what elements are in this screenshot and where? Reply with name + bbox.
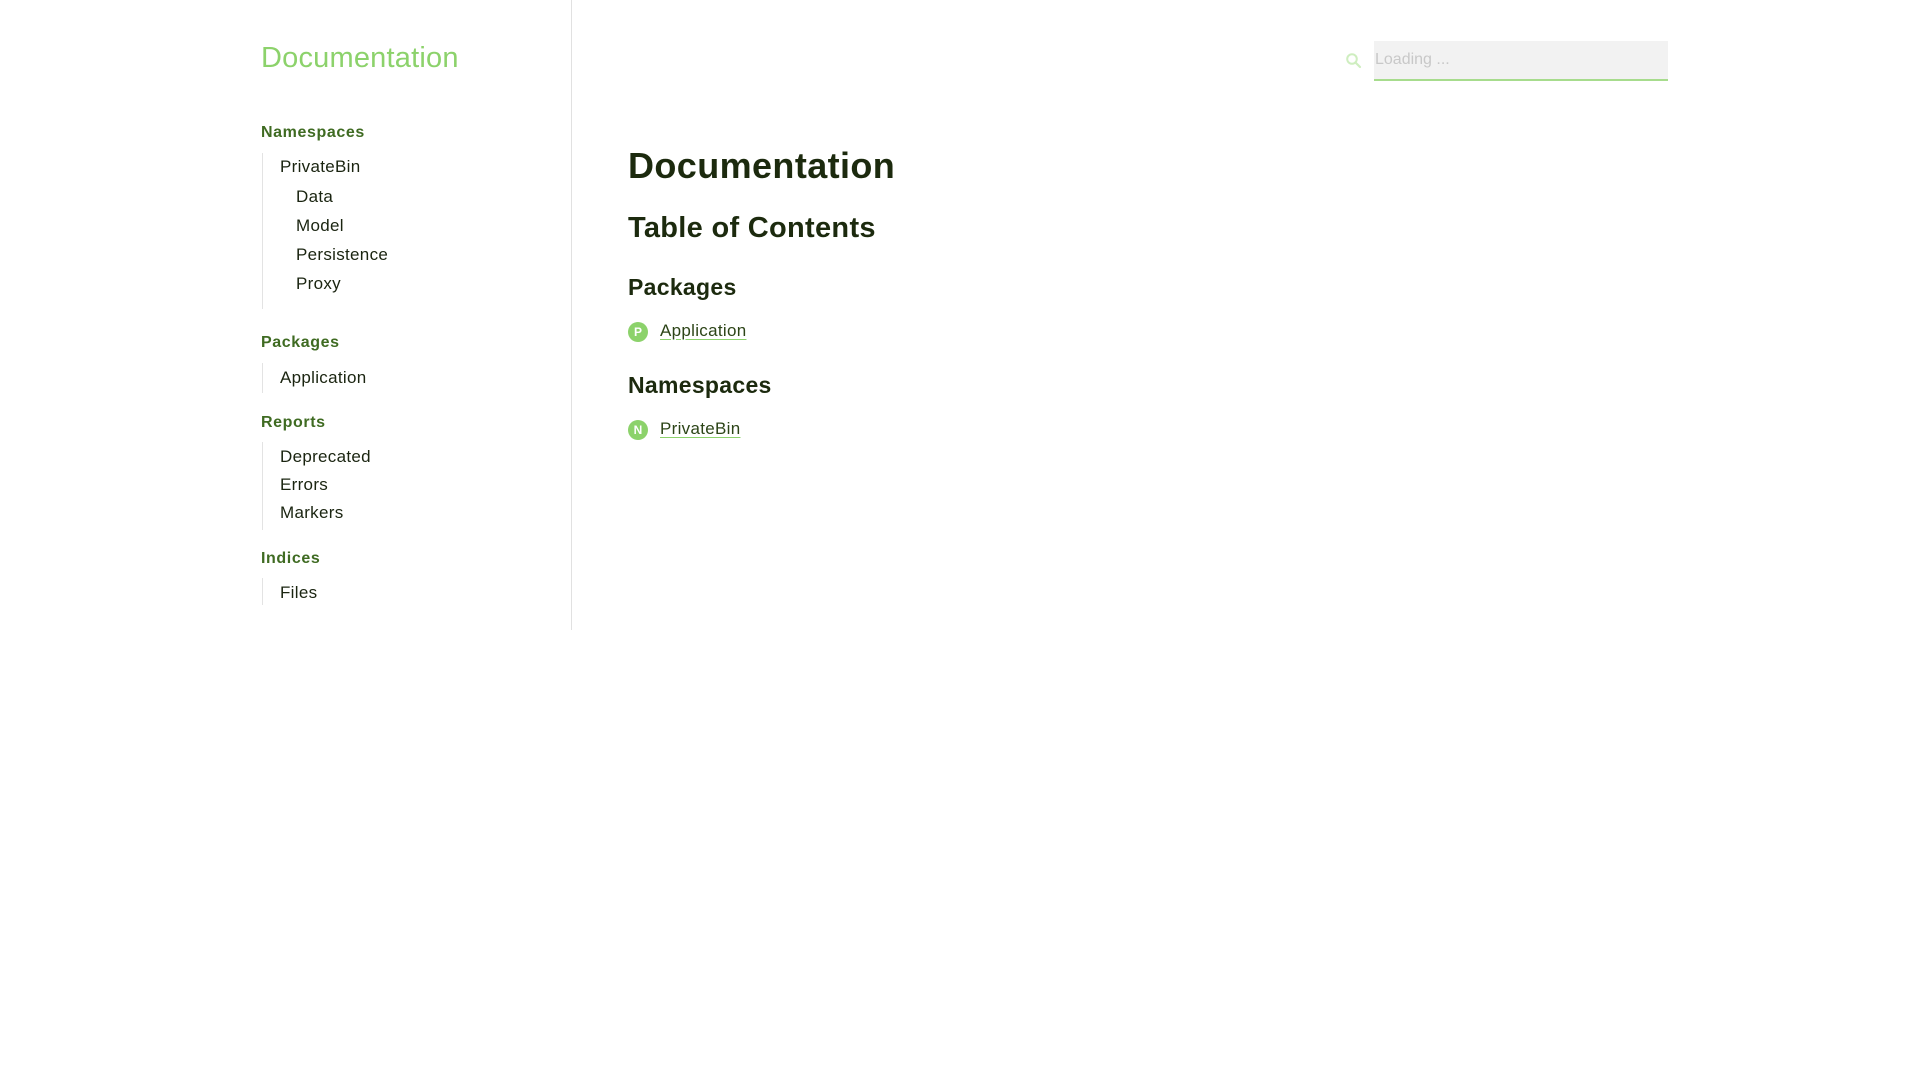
search-input[interactable] — [1374, 41, 1668, 81]
sidebar-indices-group: Files — [262, 578, 317, 605]
toc-link-privatebin[interactable]: PrivateBin — [660, 419, 740, 439]
search-icon — [1345, 52, 1363, 70]
sidebar-item-proxy[interactable]: Proxy — [296, 274, 341, 294]
sidebar-item-application[interactable]: Application — [280, 368, 366, 388]
package-badge-icon: P — [628, 322, 648, 342]
namespace-badge-icon: N — [628, 420, 648, 440]
sidebar-item-errors[interactable]: Errors — [280, 475, 328, 495]
sidebar-item-data[interactable]: Data — [296, 187, 333, 207]
sidebar-section-packages-title: Packages — [261, 334, 340, 351]
sidebar-reports-group: Deprecated Errors Markers — [262, 442, 371, 530]
sidebar-section-reports-title: Reports — [261, 414, 326, 431]
sidebar-item-files[interactable]: Files — [280, 583, 317, 603]
brand-link[interactable]: Documentation — [261, 42, 459, 75]
sidebar-section-namespaces-title: Namespaces — [261, 124, 365, 141]
sidebar-item-deprecated[interactable]: Deprecated — [280, 447, 371, 467]
sidebar: Documentation Namespaces PrivateBin Data… — [0, 0, 572, 630]
sidebar-item-model[interactable]: Model — [296, 216, 344, 236]
toc-title: Table of Contents — [628, 212, 876, 244]
toc-namespaces-heading: Namespaces — [628, 372, 772, 398]
toc-packages-heading: Packages — [628, 274, 737, 300]
sidebar-item-markers[interactable]: Markers — [280, 503, 344, 523]
sidebar-packages-group: Application — [262, 363, 366, 393]
sidebar-namespaces-group: PrivateBin Data Model Persistence Proxy — [262, 153, 388, 309]
sidebar-item-privatebin[interactable]: PrivateBin — [280, 157, 360, 177]
sidebar-section-indices-title: Indices — [261, 550, 321, 567]
toc-link-application[interactable]: Application — [660, 321, 746, 341]
page-title: Documentation — [628, 145, 896, 186]
sidebar-item-persistence[interactable]: Persistence — [296, 245, 388, 265]
